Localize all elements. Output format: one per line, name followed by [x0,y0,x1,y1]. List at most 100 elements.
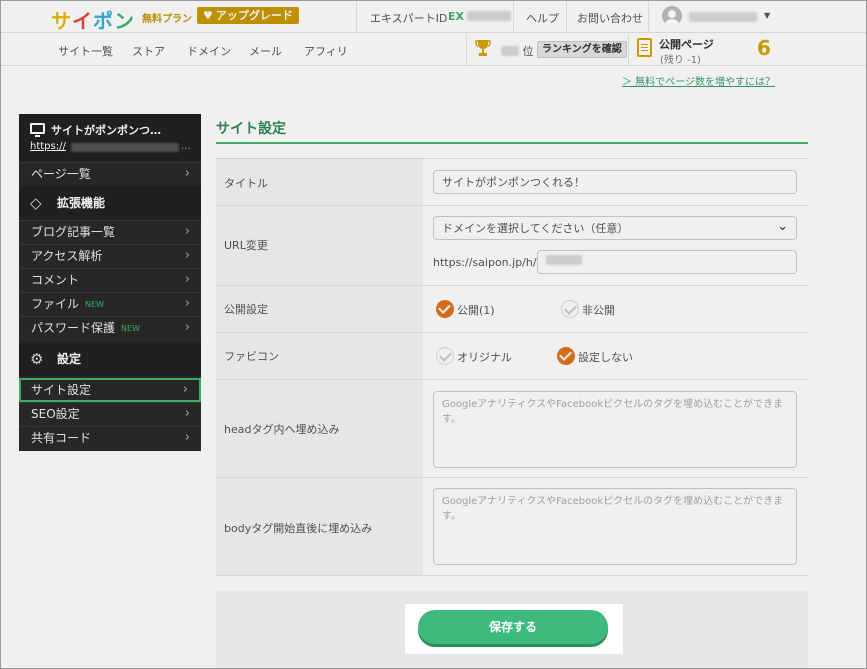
help-link[interactable]: ヘルプ [526,10,559,26]
chevron-right-icon: › [182,382,188,397]
new-badge: NEW [85,300,104,309]
sidebar-item-files[interactable]: ファイル NEW › [19,292,201,316]
field-value-cell: オリジナル 設定しない [423,333,808,379]
site-url-link[interactable]: https:// [30,141,66,152]
favicon-original-label[interactable]: オリジナル [457,349,512,365]
field-label-cell: 公開設定 [216,286,423,332]
divider [466,34,467,66]
document-icon [637,38,652,57]
save-button[interactable]: 保存する [418,610,608,644]
site-name: サイトがポンポンつ… [51,124,161,137]
domain-select[interactable]: ドメインを選択してください（任意） ⌄ [433,216,797,240]
redacted-username [689,12,757,22]
body-embed-label: bodyタグ開始直後に埋め込み [224,522,373,535]
chevron-right-icon: › [184,296,190,311]
sidebar-item-shared-code[interactable]: 共有コード › [19,426,201,450]
body-embed-textarea[interactable]: GoogleアナリティクスやFacebookピクセルのタグを埋め込むことができま… [433,488,797,565]
title-label: タイトル [224,177,268,190]
top-header: サイポン 無料プラン ♥ アップグレード エキスパートID EX ヘルプ お問い合… [1,1,866,33]
expert-id-value: EX [448,10,511,23]
sidebar-item-password[interactable]: パスワード保護 NEW › [19,316,201,340]
logo-char: サ [51,9,72,33]
nav-store[interactable]: ストア [132,43,165,59]
row-publish: 公開設定 公開(1) 非公開 [216,286,808,333]
row-body-embed: bodyタグ開始直後に埋め込み GoogleアナリティクスやFacebookピク… [216,478,808,576]
section-label: 拡張機能 [57,196,106,210]
sidebar-item-label: ブログ記事一覧 [31,225,116,239]
pages-count: 6 [757,36,771,60]
public-pages-label: 公開ページ [659,38,714,51]
favicon-none-label[interactable]: 設定しない [578,349,633,365]
divider [513,1,514,33]
nav-site-list[interactable]: サイト一覧 [58,43,113,59]
title-underline [216,142,808,144]
sidebar-item-seo[interactable]: SEO設定 › [19,402,201,426]
head-embed-textarea[interactable]: GoogleアナリティクスやFacebookピクセルのタグを埋め込むことができま… [433,391,797,468]
page-title: サイト設定 [216,121,286,137]
chevron-right-icon: › [184,320,190,335]
title-input[interactable]: サイトがポンポンつくれる！ [433,170,797,194]
user-avatar-icon[interactable] [662,6,682,26]
redacted-rank [501,46,519,56]
field-label-cell: headタグ内へ埋め込み [216,380,423,477]
sidebar-item-site-settings[interactable]: サイト設定 › [19,378,201,402]
favicon-none-radio[interactable] [557,347,575,365]
sidebar-item-label: パスワード保護 [31,321,116,335]
contact-link[interactable]: お問い合わせ [577,10,643,26]
increase-pages-link[interactable]: ＞ 無料でページ数を増やすには？ [622,73,775,88]
nav-domain[interactable]: ドメイン [187,43,231,59]
sidebar-item-label: ファイル [31,297,80,311]
favicon-label: ファビコン [224,350,279,363]
nav-mail[interactable]: メール [249,43,282,59]
divider [648,1,649,33]
chevron-down-icon[interactable]: ▼ [764,11,770,20]
sidebar-item-blog[interactable]: ブログ記事一覧 › [19,220,201,244]
field-value-cell: ドメインを選択してください（任意） ⌄ https://saipon.jp/h/ [423,206,808,285]
url-label: URL変更 [224,239,268,252]
section-extensions: ◇ 拡張機能 [19,186,201,220]
favicon-original-radio[interactable] [436,347,454,365]
publish-off-radio[interactable] [561,300,579,318]
site-url-suffix: ... [181,141,191,152]
heart-icon: ♥ [203,9,213,22]
diamond-icon: ◇ [30,194,42,212]
sidebar-item-label: コメント [31,273,80,287]
plan-label: 無料プラン [142,14,192,25]
ranking-button[interactable]: ランキングを確認 [537,41,627,58]
chevron-right-icon: › [184,248,190,263]
upgrade-button[interactable]: ♥ アップグレード [197,7,299,24]
sidebar-item-page-list[interactable]: ページ一覧 › [19,162,201,186]
head-embed-label: headタグ内へ埋め込み [224,423,340,436]
upgrade-label: アップグレード [215,9,293,22]
redacted-url [71,143,179,152]
sidebar-item-label: SEO設定 [31,407,80,421]
sidebar-item-label: アクセス解析 [31,249,103,263]
nav-affiliate[interactable]: アフィリ [304,43,348,59]
field-value-cell: 公開(1) 非公開 [423,286,808,332]
sidebar-item-label: サイト設定 [31,383,92,397]
sub-navigation: サイト一覧 ストア ドメイン メール アフィリ 位 ランキングを確認 公開ページ… [1,34,866,66]
divider [566,1,567,33]
url-slug-input[interactable] [537,250,797,274]
publish-on-label[interactable]: 公開(1) [457,302,495,318]
redacted-slug [546,255,582,265]
field-label-cell: タイトル [216,159,423,205]
sidebar-item-comments[interactable]: コメント › [19,268,201,292]
chevron-right-icon: › [184,430,190,445]
publish-off-label[interactable]: 非公開 [582,302,615,318]
saipon-logo[interactable]: サイポン [51,5,135,34]
monitor-icon [30,123,45,137]
publish-on-radio[interactable] [436,300,454,318]
chevron-down-icon: ⌄ [777,219,788,234]
row-title: タイトル サイトがポンポンつくれる！ [216,158,808,206]
chevron-right-icon: › [184,406,190,421]
divider [628,34,629,66]
field-label-cell: URL変更 [216,206,423,285]
publish-label: 公開設定 [224,303,268,316]
chevron-right-icon: › [184,166,190,181]
row-head-embed: headタグ内へ埋め込み GoogleアナリティクスやFacebookピクセルの… [216,380,808,478]
pages-remaining: (残り -1) [660,55,701,66]
logo-char: イ [72,9,93,33]
sidebar-item-analytics[interactable]: アクセス解析 › [19,244,201,268]
rank-value: 位 [501,43,534,59]
